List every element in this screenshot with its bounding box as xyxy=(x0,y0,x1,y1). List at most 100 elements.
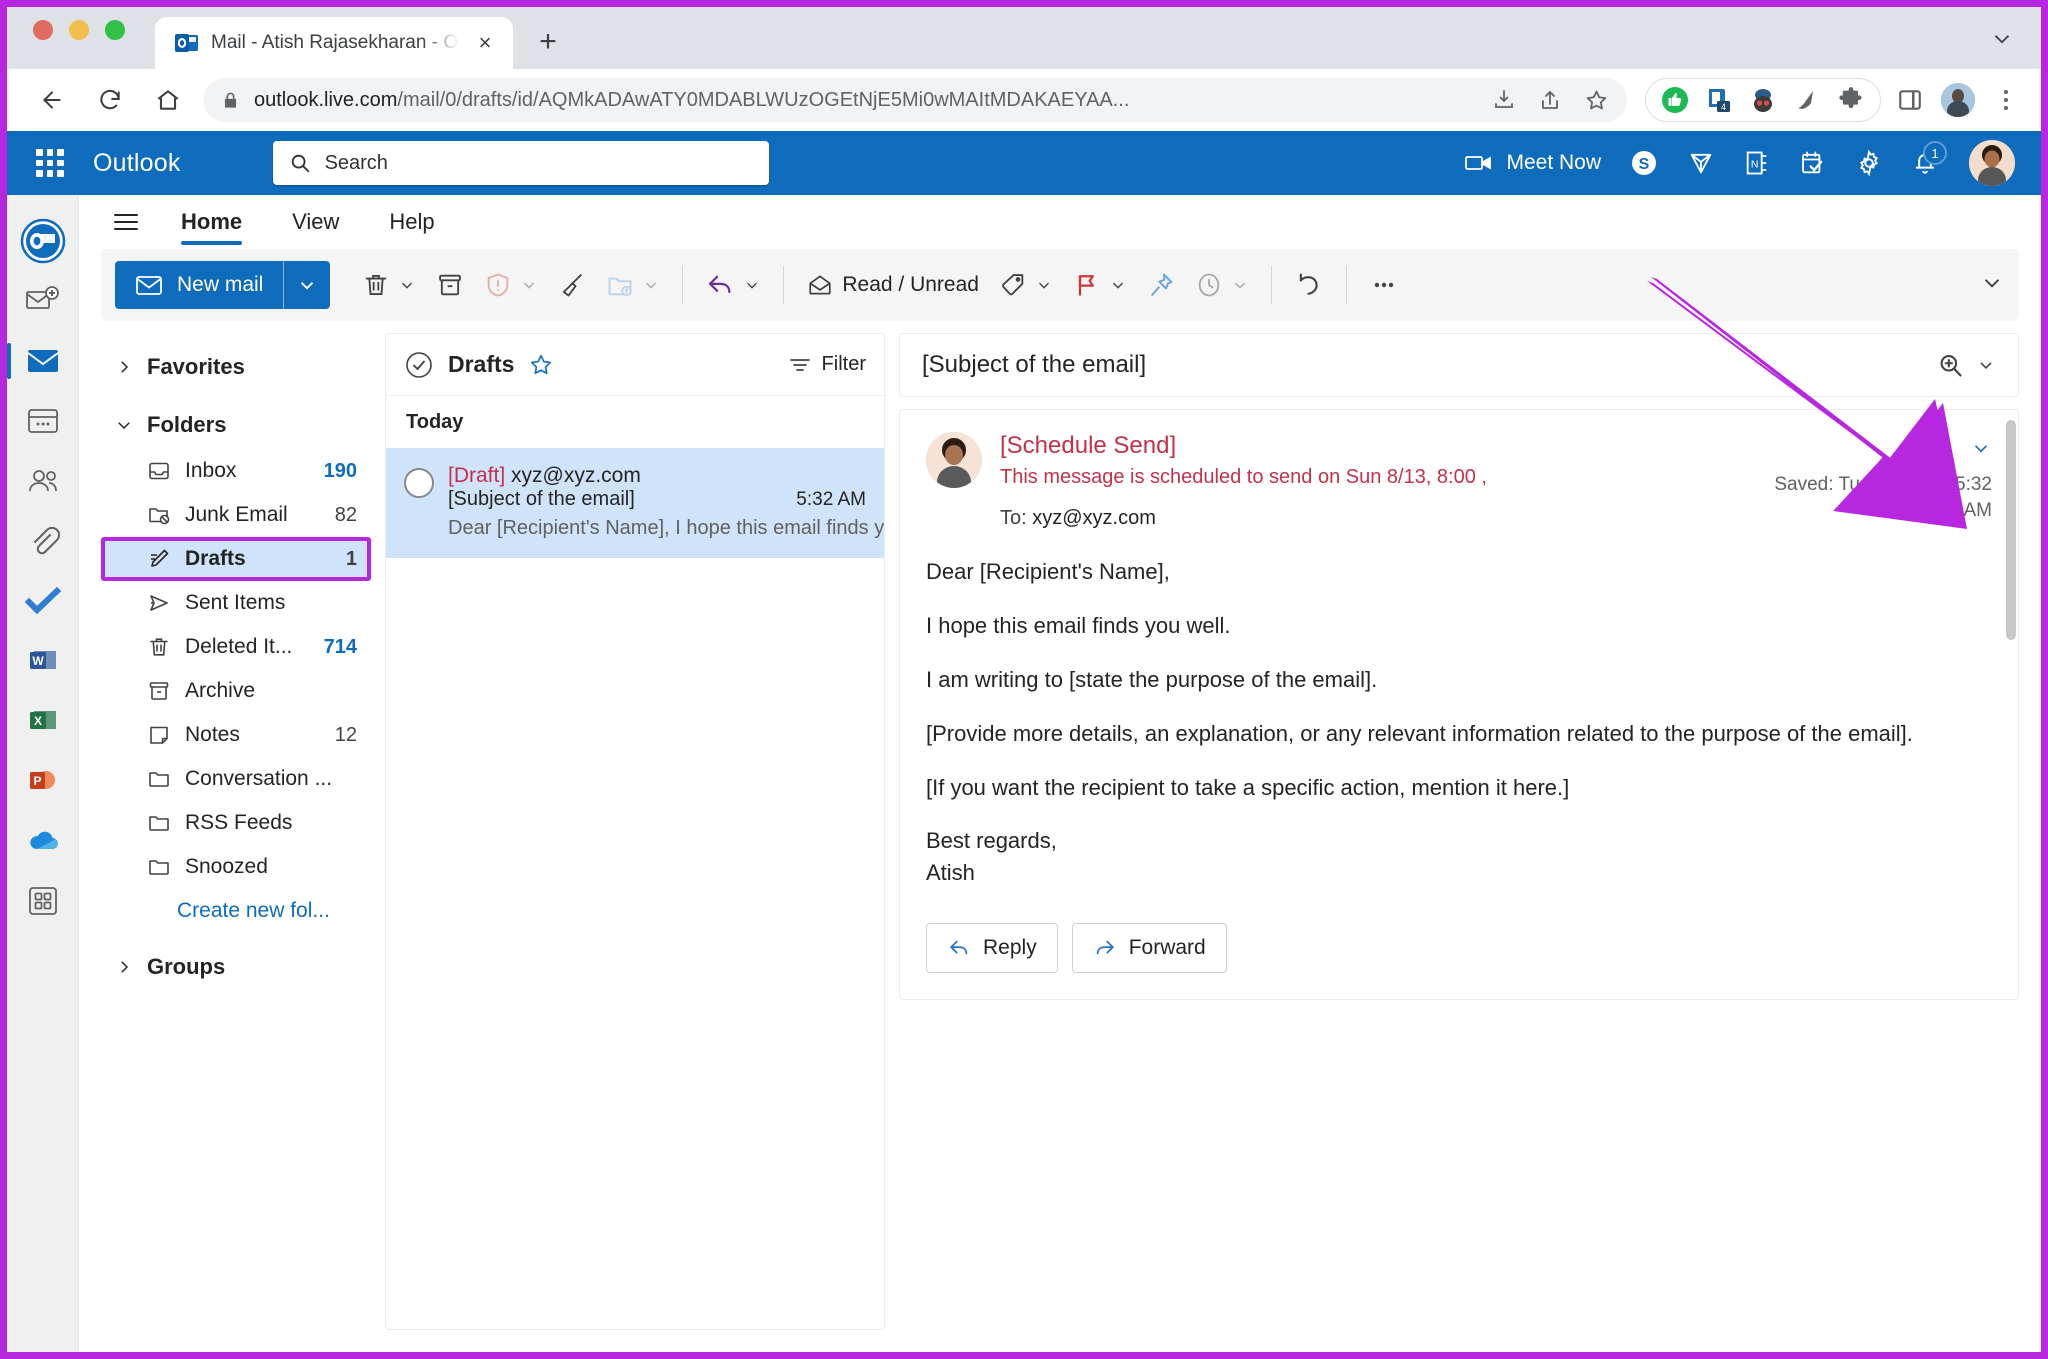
sidebar-item-to-do[interactable] xyxy=(7,571,79,631)
sidebar-item-mail[interactable] xyxy=(7,331,79,391)
side-panel-icon[interactable] xyxy=(1897,87,1923,113)
maximize-window-button[interactable] xyxy=(105,20,125,40)
paint-extension-icon[interactable] xyxy=(1792,85,1822,115)
folder-item-conversation-history[interactable]: Conversation ... xyxy=(101,757,371,801)
sweep-button[interactable] xyxy=(548,261,596,309)
pocket-extension-icon[interactable]: 4 xyxy=(1704,85,1734,115)
share-icon[interactable] xyxy=(1538,88,1562,112)
profile-avatar[interactable] xyxy=(1941,83,1975,117)
read-unread-button[interactable]: Read / Unread xyxy=(796,261,989,309)
kebab-menu-icon[interactable] xyxy=(1993,90,2019,110)
sidebar-item-all-apps[interactable] xyxy=(7,871,79,931)
folder-item-deleted-items[interactable]: Deleted It... 714 xyxy=(101,625,371,669)
favorites-group-header[interactable]: Favorites xyxy=(101,343,371,391)
download-icon[interactable] xyxy=(1492,88,1516,112)
pin-button[interactable] xyxy=(1137,261,1185,309)
diamond-button[interactable] xyxy=(1673,139,1729,187)
to-value[interactable]: xyz@xyz.com xyxy=(1032,507,1156,529)
undo-button[interactable] xyxy=(1284,261,1334,309)
sidebar-item-new-mail[interactable] xyxy=(7,271,79,331)
folder-item-sent-items[interactable]: Sent Items xyxy=(101,581,371,625)
back-icon[interactable] xyxy=(29,77,75,123)
sidebar-item-excel[interactable]: X xyxy=(7,691,79,751)
new-mail-button[interactable]: New mail xyxy=(115,261,331,309)
folder-item-inbox[interactable]: Inbox 190 xyxy=(101,449,371,493)
home-icon[interactable] xyxy=(145,77,191,123)
calendar-check-icon xyxy=(1799,149,1827,177)
folder-pane: Favorites Folders Inbox 190 Junk Email 8… xyxy=(101,333,371,1330)
sidebar-item-outlook-logo[interactable] xyxy=(7,211,79,271)
star-icon[interactable] xyxy=(1584,88,1609,113)
move-to-button[interactable] xyxy=(596,261,670,309)
folder-item-junk-email[interactable]: Junk Email 82 xyxy=(101,493,371,537)
reading-pane-scrollbar[interactable] xyxy=(2006,420,2016,640)
new-tab-button[interactable]: + xyxy=(531,25,565,59)
meet-now-button[interactable]: Meet Now xyxy=(1450,139,1615,187)
puzzle-extensions-icon[interactable] xyxy=(1836,85,1866,115)
archive-button[interactable] xyxy=(426,261,474,309)
forward-button[interactable]: Forward xyxy=(1071,923,1227,974)
settings-button[interactable] xyxy=(1841,139,1897,187)
onenote-button[interactable]: N xyxy=(1729,139,1785,187)
search-input[interactable]: Search xyxy=(272,141,769,185)
browser-tab[interactable]: Mail - Atish Rajasekharan - Out × xyxy=(155,17,513,69)
tab-view[interactable]: View xyxy=(272,195,359,249)
tab-help[interactable]: Help xyxy=(369,195,454,249)
folder-item-drafts[interactable]: Drafts 1 xyxy=(101,537,371,581)
sidebar-item-word[interactable]: W xyxy=(7,631,79,691)
tab-home[interactable]: Home xyxy=(161,195,262,249)
tab-list-chevron-icon[interactable] xyxy=(1989,26,2015,57)
snooze-button[interactable] xyxy=(1185,261,1259,309)
folder-label: Sent Items xyxy=(185,591,286,614)
select-all-icon[interactable] xyxy=(404,350,434,380)
new-mail-dropdown-caret[interactable] xyxy=(284,261,330,309)
sidebar-item-people[interactable] xyxy=(7,451,79,511)
ribbon-expand-caret-icon[interactable] xyxy=(1979,270,2005,301)
folder-item-snoozed[interactable]: Snoozed xyxy=(101,845,371,889)
app-launcher-icon[interactable] xyxy=(33,146,67,180)
minimize-window-button[interactable] xyxy=(69,20,89,40)
account-avatar[interactable] xyxy=(1969,140,2015,186)
reload-icon[interactable] xyxy=(87,77,133,123)
close-tab-button[interactable]: × xyxy=(471,29,499,57)
reply-button[interactable]: Reply xyxy=(926,923,1058,974)
report-junk-button[interactable] xyxy=(474,261,548,309)
message-subject: [Subject of the email] xyxy=(448,488,635,510)
outlook-brand-label[interactable]: Outlook xyxy=(93,149,181,178)
chevron-down-icon[interactable] xyxy=(1976,355,1996,375)
message-select-circle[interactable] xyxy=(404,468,434,498)
skype-button[interactable]: S xyxy=(1615,139,1673,187)
chevron-down-icon xyxy=(1234,282,1245,289)
groups-group-header[interactable]: Groups xyxy=(101,943,371,991)
hamburger-menu-icon[interactable] xyxy=(101,197,151,247)
folders-group-header[interactable]: Folders xyxy=(101,401,371,449)
forward-label: Forward xyxy=(1128,936,1206,960)
chevron-down-icon xyxy=(1112,282,1123,289)
filter-button[interactable]: Filter xyxy=(788,353,866,376)
sidebar-item-files[interactable] xyxy=(7,511,79,571)
pencil-edit-icon[interactable] xyxy=(1924,434,1952,462)
delete-button[interactable] xyxy=(352,261,426,309)
folder-item-notes[interactable]: Notes 12 xyxy=(101,713,371,757)
more-options-button[interactable] xyxy=(1359,261,1409,309)
chevron-down-icon[interactable] xyxy=(1970,437,1992,459)
thumbs-up-extension-icon[interactable] xyxy=(1660,85,1690,115)
folder-item-archive[interactable]: Archive xyxy=(101,669,371,713)
zoom-in-icon[interactable] xyxy=(1936,351,1964,379)
sidebar-item-powerpoint[interactable]: P xyxy=(7,751,79,811)
star-outline-icon[interactable] xyxy=(528,352,554,378)
create-new-folder-link[interactable]: Create new fol... xyxy=(101,889,371,933)
notifications-button[interactable]: 1 xyxy=(1897,139,1953,187)
categorize-button[interactable] xyxy=(989,261,1063,309)
to-do-button[interactable] xyxy=(1785,139,1841,187)
flag-button[interactable] xyxy=(1063,261,1137,309)
message-list-item[interactable]: [Draft] xyz@xyz.com [Subject of the emai… xyxy=(386,448,884,558)
sidebar-item-calendar[interactable] xyxy=(7,391,79,451)
close-window-button[interactable] xyxy=(33,20,53,40)
zoom-control[interactable] xyxy=(1936,351,1996,379)
sidebar-item-onedrive[interactable] xyxy=(7,811,79,871)
reply-button[interactable] xyxy=(695,261,771,309)
avatar-extension-icon[interactable] xyxy=(1748,85,1778,115)
folder-item-rss-feeds[interactable]: RSS Feeds xyxy=(101,801,371,845)
address-bar[interactable]: outlook.live.com/mail/0/drafts/id/AQMkAD… xyxy=(203,78,1627,122)
